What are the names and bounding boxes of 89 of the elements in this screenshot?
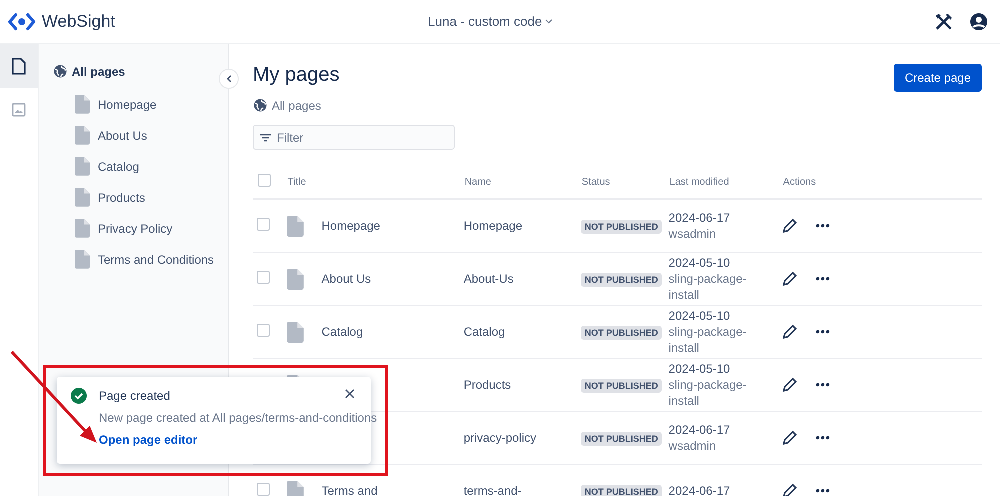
page-title[interactable]: Catalog (322, 325, 402, 339)
tree-item[interactable]: Privacy Policy (98, 222, 173, 236)
page-name: About-Us (464, 272, 514, 286)
project-selector[interactable]: Luna - custom code (428, 14, 934, 29)
breadcrumb[interactable]: All pages (272, 98, 322, 112)
status-badge: NOT PUBLISHED (580, 326, 662, 340)
modified-date: 2024-06-17 (668, 483, 732, 496)
status-badge: NOT PUBLISHED (580, 485, 662, 496)
page-icon (75, 95, 90, 114)
column-header: Actions (783, 176, 816, 188)
edit-icon[interactable] (782, 218, 798, 234)
chevron-left-icon (226, 75, 232, 83)
modified-by: sling-package-install (668, 377, 748, 409)
tools-icon[interactable] (934, 12, 954, 32)
tree-item[interactable]: About Us (98, 128, 148, 142)
page-name: Catalog (464, 325, 506, 339)
page-icon (286, 216, 304, 236)
toast-message: New page created at All pages/terms-and-conditions (99, 411, 378, 425)
page-icon (75, 157, 90, 176)
more-icon[interactable] (816, 224, 830, 228)
tree-root[interactable]: All pages (72, 64, 126, 78)
eye-logo-icon (8, 12, 36, 32)
modified-date: 2024-05-10 (668, 361, 732, 377)
status-badge: NOT PUBLISHED (580, 379, 662, 393)
tree-item[interactable]: Catalog (98, 160, 140, 174)
more-icon[interactable] (816, 489, 830, 493)
row-checkbox[interactable] (257, 483, 270, 496)
account-icon[interactable] (970, 12, 988, 30)
tree-item[interactable]: Products (98, 190, 146, 204)
tree-item[interactable]: Homepage (98, 98, 157, 112)
page-heading: My pages (253, 64, 340, 87)
page-icon (12, 58, 26, 74)
select-all-checkbox[interactable] (258, 174, 271, 187)
modified-by: wsadmin (668, 226, 718, 242)
row-checkbox[interactable] (257, 324, 270, 337)
check-circle-icon (71, 388, 87, 404)
edit-icon[interactable] (782, 483, 798, 496)
page-icon (286, 268, 304, 290)
edit-icon[interactable] (782, 377, 798, 393)
column-header: Last modified (670, 176, 730, 188)
page-icon (286, 480, 304, 496)
collapse-button[interactable] (219, 69, 239, 89)
modified-by: wsadmin (668, 438, 718, 454)
create-page-button[interactable]: Create page (894, 64, 982, 92)
open-editor-link[interactable]: Open page editor (99, 433, 198, 447)
page-name: privacy-policy (464, 431, 536, 445)
status-badge: NOT PUBLISHED (580, 273, 662, 287)
chevron-down-icon (545, 18, 554, 24)
more-icon[interactable] (816, 330, 830, 334)
modified-by: sling-package-install (668, 271, 748, 303)
tree-item[interactable]: Terms and Conditions (98, 252, 214, 266)
page-icon (75, 219, 90, 238)
page-name: Products (464, 378, 512, 392)
page-icon (75, 126, 90, 145)
row-checkbox[interactable] (257, 271, 270, 284)
edit-icon[interactable] (782, 271, 798, 287)
edit-icon[interactable] (782, 324, 798, 340)
filter-icon (260, 134, 271, 142)
modified-date: 2024-06-17 (668, 210, 732, 226)
page-title[interactable]: Terms and (322, 484, 402, 496)
brand-name: WebSight (42, 12, 116, 32)
status-badge: NOT PUBLISHED (580, 220, 662, 234)
column-header: Name (464, 176, 492, 188)
page-icon (75, 188, 90, 207)
toast-title: Page created (99, 389, 170, 403)
more-icon[interactable] (816, 436, 830, 440)
close-icon[interactable] (345, 389, 355, 399)
image-icon (12, 103, 26, 117)
rail-tab[interactable] (0, 44, 38, 88)
page-name: Homepage (464, 219, 523, 233)
status-badge: NOT PUBLISHED (580, 432, 662, 446)
page-icon (286, 322, 304, 342)
edit-icon[interactable] (782, 430, 798, 446)
modified-date: 2024-05-10 (668, 308, 732, 324)
filter-field[interactable]: Filter (253, 125, 455, 150)
modified-date: 2024-05-10 (668, 255, 732, 271)
more-icon[interactable] (816, 383, 830, 387)
modified-date: 2024-06-17 (668, 422, 732, 438)
more-icon[interactable] (816, 277, 830, 281)
row-checkbox[interactable] (257, 218, 270, 231)
page-title[interactable]: Homepage (322, 219, 402, 233)
globe-icon (53, 64, 68, 79)
column-header: Status (582, 176, 610, 188)
globe-icon (253, 98, 268, 113)
column-header: Title (288, 176, 306, 188)
page-icon (75, 250, 90, 269)
page-name: terms-and- (464, 484, 522, 496)
modified-by: sling-package-install (668, 324, 748, 356)
page-title[interactable]: About Us (322, 272, 402, 286)
